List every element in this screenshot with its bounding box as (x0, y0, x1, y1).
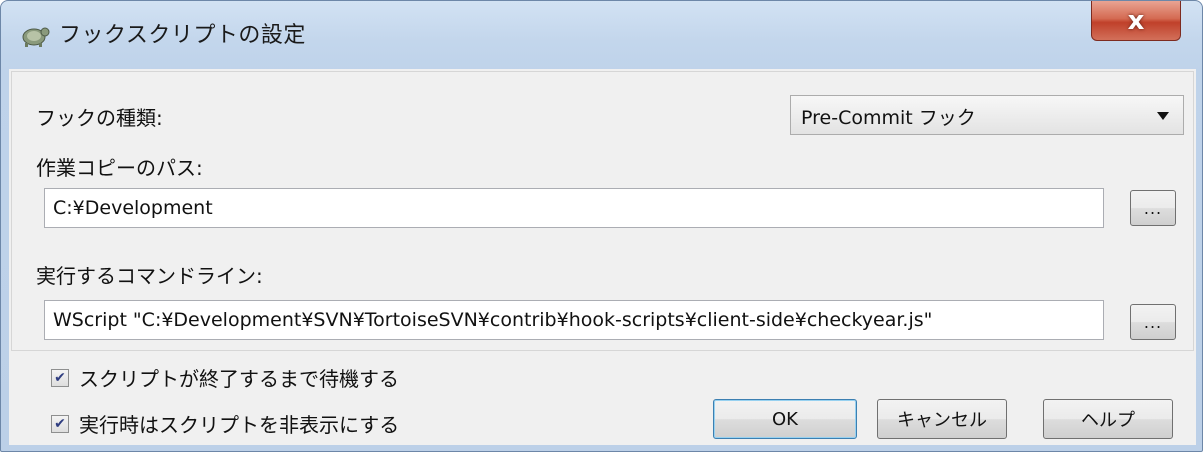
hook-type-label: フックの種類: (36, 106, 163, 130)
hook-script-dialog: フックスクリプトの設定 x フックの種類: Pre-Commit フック 作業コ… (0, 0, 1203, 452)
close-button[interactable]: x (1091, 1, 1181, 41)
window-title: フックスクリプトの設定 (59, 23, 306, 48)
hook-type-dropdown[interactable]: Pre-Commit フック (790, 95, 1184, 135)
checkmark-icon: ✔ (54, 415, 66, 432)
dialog-client-area: フックの種類: Pre-Commit フック 作業コピーのパス: C:¥Deve… (9, 69, 1196, 445)
settings-frame: フックの種類: Pre-Commit フック 作業コピーのパス: C:¥Deve… (11, 71, 1194, 351)
title-bar[interactable]: フックスクリプトの設定 x (1, 1, 1202, 71)
checkmark-icon: ✔ (54, 369, 66, 386)
wait-checkbox-row[interactable]: ✔ スクリプトが終了するまで待機する (51, 363, 399, 392)
tortoise-icon (22, 27, 50, 47)
browse-working-copy-button[interactable]: ... (1130, 190, 1176, 226)
wait-checkbox[interactable]: ✔ (51, 368, 69, 387)
hook-type-value: Pre-Commit フック (801, 107, 976, 129)
hide-checkbox-label: 実行時はスクリプトを非表示にする (79, 413, 400, 437)
browse-command-button[interactable]: ... (1130, 304, 1176, 340)
close-icon: x (1127, 5, 1145, 36)
ok-button[interactable]: OK (713, 399, 857, 439)
hide-checkbox[interactable]: ✔ (51, 414, 69, 433)
chevron-down-icon (1157, 112, 1169, 120)
working-copy-label: 作業コピーのパス: (36, 156, 203, 180)
command-line-label: 実行するコマンドライン: (36, 264, 263, 288)
wait-checkbox-label: スクリプトが終了するまで待機する (79, 367, 399, 391)
help-button[interactable]: ヘルプ (1043, 399, 1173, 439)
command-line-input[interactable]: WScript "C:¥Development¥SVN¥TortoiseSVN¥… (44, 300, 1104, 340)
hide-checkbox-row[interactable]: ✔ 実行時はスクリプトを非表示にする (51, 409, 399, 438)
working-copy-input[interactable]: C:¥Development (44, 188, 1104, 228)
cancel-button[interactable]: キャンセル (877, 399, 1007, 439)
